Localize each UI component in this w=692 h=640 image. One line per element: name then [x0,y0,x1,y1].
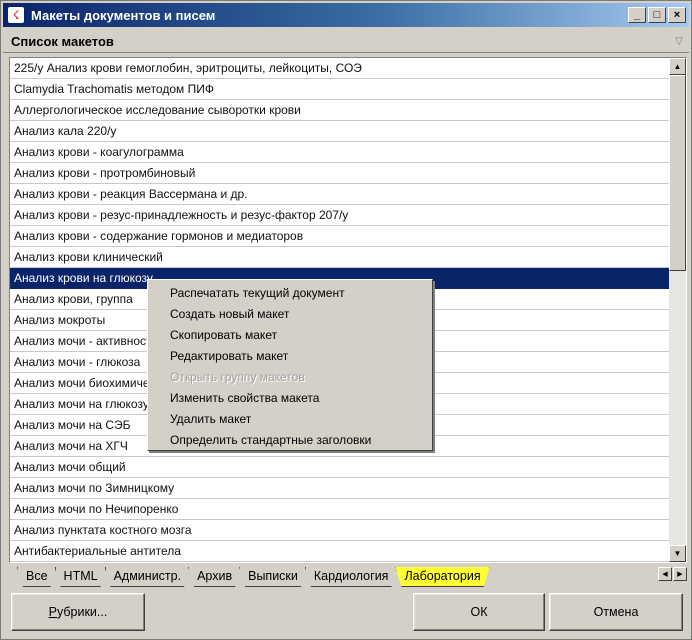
tab-scroll-left-icon[interactable]: ◀ [658,567,672,581]
window-title: Макеты документов и писем [31,7,216,23]
cancel-button-label: Отмена [593,605,639,619]
list-item[interactable]: Анализ пунктата костного мозга [10,520,670,541]
close-button[interactable]: × [668,7,686,23]
rubrics-button[interactable]: Рубрики... [11,593,145,631]
context-menu-item[interactable]: Редактировать макет [148,346,432,367]
vertical-scrollbar[interactable]: ▲ ▼ [669,58,686,562]
list-item[interactable]: Анализ крови - коагулограмма [10,142,670,163]
list-item[interactable]: Анализ крови - резус-принадлежность и ре… [10,205,670,226]
tab-navigation: ◀ ▶ [658,567,687,581]
scroll-up-icon[interactable]: ▲ [669,58,686,75]
tab-2[interactable]: Администр. [105,567,191,587]
list-item[interactable]: Анализ мочи по Зимницкому [10,478,670,499]
tab-3[interactable]: Архив [188,567,241,587]
tab-0[interactable]: Все [17,567,57,587]
filter-icon[interactable]: ▽ [675,36,683,47]
context-menu-item[interactable]: Определить стандартные заголовки [148,430,432,451]
context-menu-item[interactable]: Удалить макет [148,409,432,430]
list-item[interactable]: Анализ крови клинический [10,247,670,268]
scroll-down-icon[interactable]: ▼ [669,545,686,562]
context-menu-item[interactable]: Изменить свойства макета [148,388,432,409]
tab-6[interactable]: Лаборатория [395,567,489,587]
category-tabs: Все HTML Администр. Архив Выписки Кардиология… [17,565,488,587]
context-menu-item[interactable]: Распечатать текущий документ [148,283,432,304]
list-item[interactable]: Антибактериальные антитела [10,541,670,562]
list-item[interactable]: Анализ крови - содержание гормонов и мед… [10,226,670,247]
title-bar[interactable]: ☇ Макеты документов и писем _ □ × [3,3,689,27]
list-item[interactable]: Анализ мочи по Нечипоренко [10,499,670,520]
context-menu-item[interactable]: Скопировать макет [148,325,432,346]
window-controls: _ □ × [628,7,686,23]
tab-1[interactable]: HTML [55,567,107,587]
rubrics-button-label: Рубрики... [48,605,108,619]
tab-5[interactable]: Кардиология [305,567,398,587]
context-menu-item: Открыть группу макетов [170,370,305,384]
list-header: Список макетов ▽ [3,31,689,53]
scrollbar-thumb[interactable] [669,75,686,271]
context-menu: Распечатать текущий документ Создать новы… [147,279,433,451]
list-item[interactable]: Анализ кала 220/у [10,121,670,142]
list-header-title: Список макетов [11,34,114,49]
cancel-button[interactable]: Отмена [549,593,683,631]
list-item[interactable]: Clamydia Trachomatis методом ПИФ [10,79,670,100]
list-item[interactable]: Анализ крови - реакция Вассермана и др. [10,184,670,205]
minimize-button[interactable]: _ [628,7,646,23]
list-item[interactable]: Аллергологическое исследование сыворотки… [10,100,670,121]
tab-scroll-right-icon[interactable]: ▶ [673,567,687,581]
list-item[interactable]: Анализ крови - протромбиновый [10,163,670,184]
list-item[interactable]: 225/у Анализ крови гемоглобин, эритроцит… [10,58,670,79]
category-tabs-bar: Все HTML Администр. Архив Выписки Кардиология… [9,565,687,587]
app-icon: ☇ [7,6,25,24]
dialog-window: ☇ Макеты документов и писем _ □ × Список… [0,0,692,640]
ok-button-label: ОК [470,605,488,619]
tab-4[interactable]: Выписки [239,567,307,587]
restore-button[interactable]: □ [648,7,666,23]
list-item[interactable]: Анализ мочи общий [10,457,670,478]
ok-button[interactable]: ОК [413,593,545,631]
context-menu-item[interactable]: Создать новый макет [148,304,432,325]
